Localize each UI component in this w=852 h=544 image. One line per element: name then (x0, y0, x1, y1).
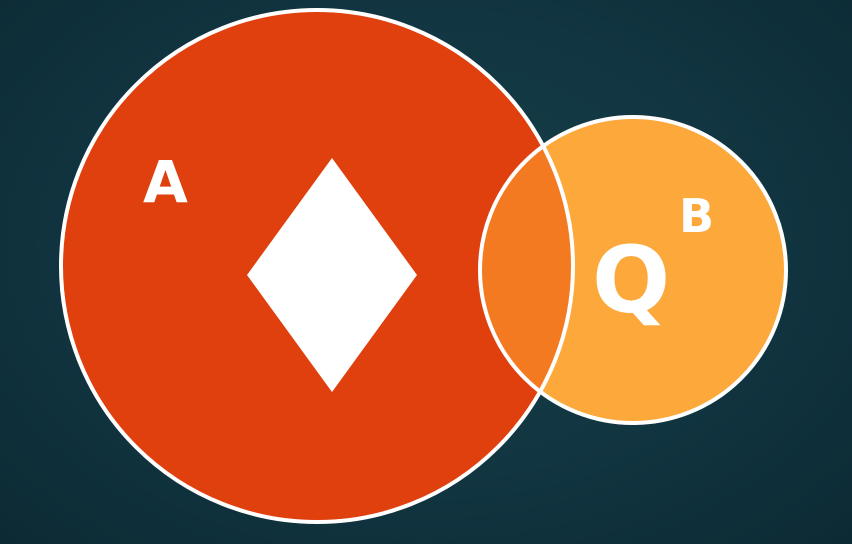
set-a-label: A (143, 148, 188, 216)
set-b-label: B (679, 189, 714, 243)
set-b-content-q: Q (592, 227, 670, 334)
venn-diagram-stage: A Q B (0, 0, 852, 544)
venn-diagram: A Q B (59, 8, 788, 524)
